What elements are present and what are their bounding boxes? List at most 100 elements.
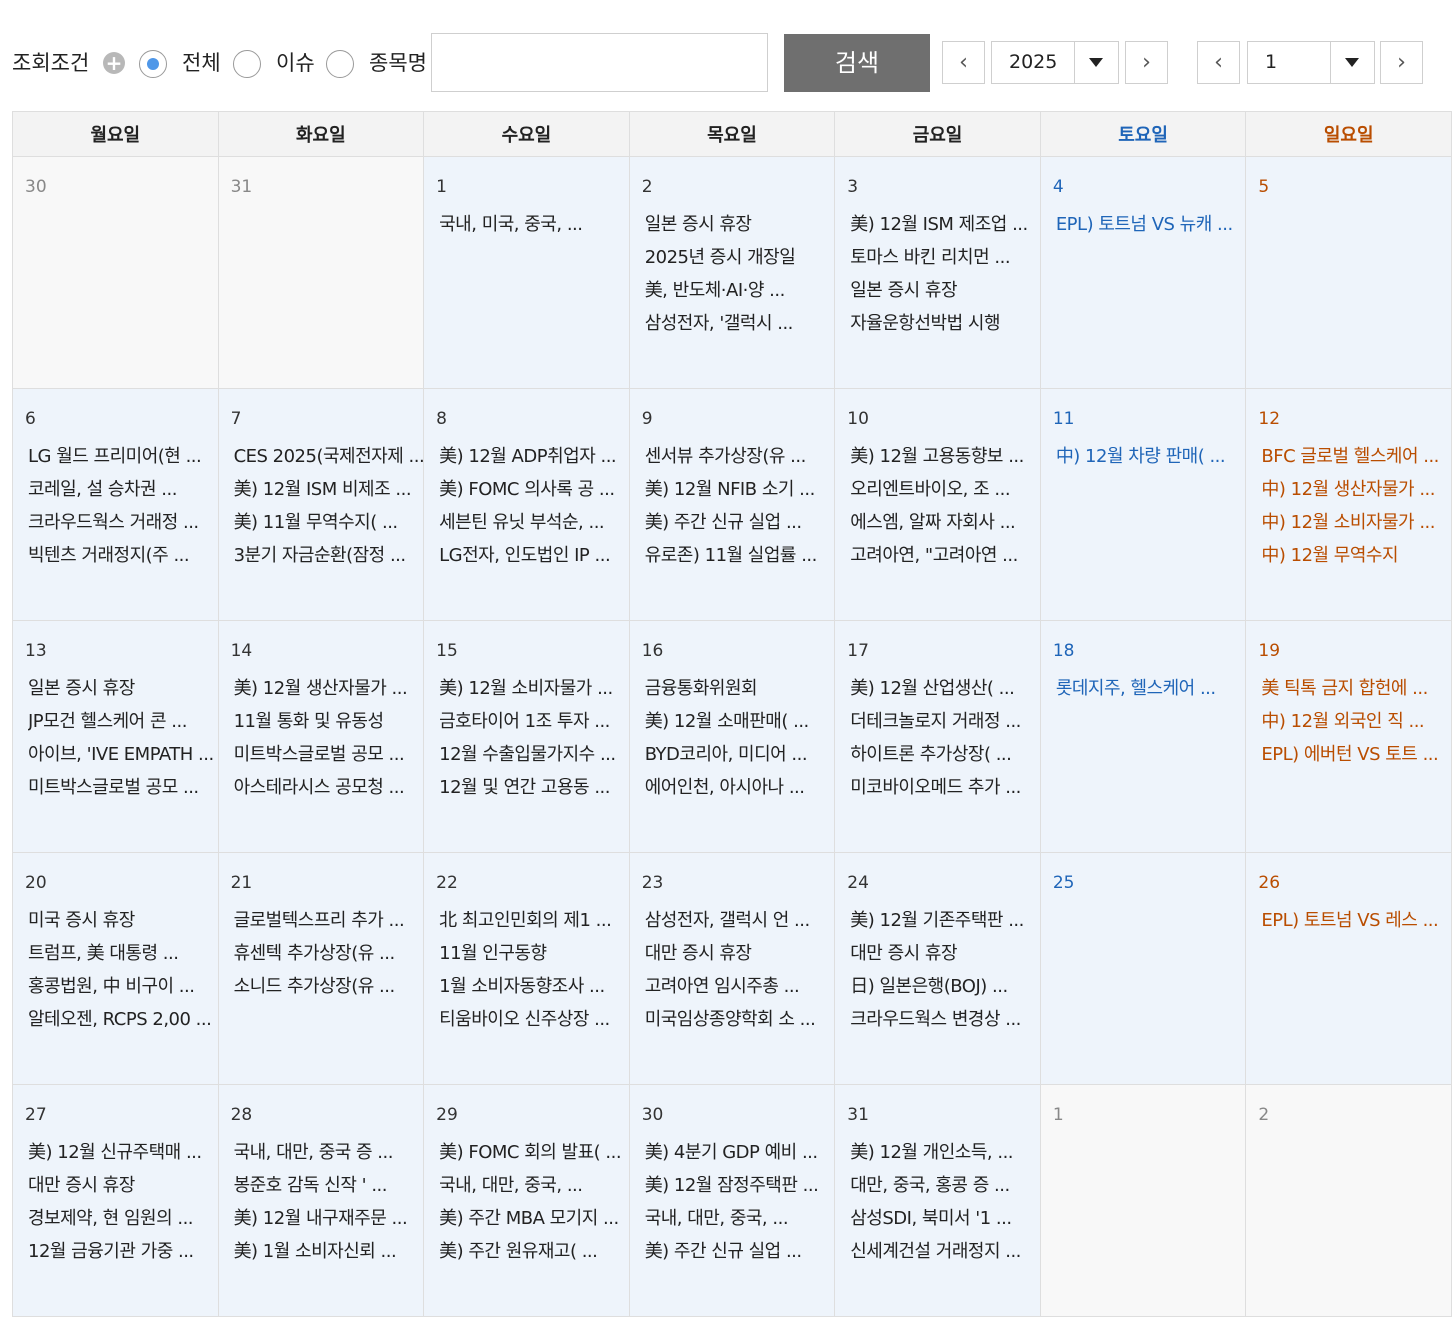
- day-number[interactable]: 31: [231, 177, 424, 197]
- day-number[interactable]: 16: [642, 641, 835, 661]
- calendar-day-cell[interactable]: 10 美) 12월 고용동향보 ... 오리엔트바이오, 조 ... 에스엠, 알짜 …: [834, 388, 1041, 621]
- day-number[interactable]: 3: [847, 177, 1040, 197]
- event-link[interactable]: 미트박스글로벌 공모 ...: [234, 738, 424, 771]
- event-link[interactable]: 휴센텍 추가상장(유 ...: [234, 937, 424, 970]
- event-link[interactable]: EPL) 에버턴 VS 토트 ...: [1261, 738, 1451, 771]
- event-link[interactable]: 미트박스글로벌 공모 ...: [28, 771, 218, 804]
- event-link[interactable]: 美) 4분기 GDP 예비 ...: [645, 1136, 835, 1169]
- event-link[interactable]: 티움바이오 신주상장 ...: [439, 1003, 629, 1036]
- day-number[interactable]: 22: [436, 873, 629, 893]
- day-number[interactable]: 31: [847, 1105, 1040, 1125]
- event-link[interactable]: 11월 통화 및 유동성: [234, 705, 424, 738]
- day-number[interactable]: 14: [231, 641, 424, 661]
- calendar-day-cell[interactable]: 29 美) FOMC 회의 발표( ... 국내, 대만, 중국, ... 美) 주간…: [423, 1084, 630, 1317]
- event-link[interactable]: 12월 및 연간 고용동 ...: [439, 771, 629, 804]
- calendar-day-cell[interactable]: 28 국내, 대만, 중국 증 ... 봉준호 감독 신작 ' ... 美) 12월 …: [217, 1084, 425, 1317]
- event-link[interactable]: 美) 1월 소비자신뢰 ...: [234, 1235, 424, 1268]
- event-link[interactable]: 美) 12월 기존주택판 ...: [850, 904, 1040, 937]
- event-link[interactable]: 美) 주간 신규 실업 ...: [645, 506, 835, 539]
- day-number[interactable]: 13: [25, 641, 218, 661]
- event-link[interactable]: 美) 주간 MBA 모기지 ...: [439, 1202, 629, 1235]
- event-link[interactable]: 에어인천, 아시아나 ...: [645, 771, 835, 804]
- event-link[interactable]: 삼성SDI, 북미서 '1 ...: [850, 1202, 1040, 1235]
- day-number[interactable]: 2: [642, 177, 835, 197]
- event-link[interactable]: 유로존) 11월 실업률 ...: [645, 539, 835, 572]
- chevron-down-icon[interactable]: [1074, 42, 1118, 83]
- event-link[interactable]: 美, 반도체·AI·양 ...: [645, 274, 835, 307]
- event-link[interactable]: 하이트론 추가상장( ...: [850, 738, 1040, 771]
- event-link[interactable]: LG전자, 인도법인 IP ...: [439, 539, 629, 572]
- event-link[interactable]: 아이브, 'IVE EMPATH ...: [28, 738, 218, 771]
- calendar-day-cell[interactable]: 18 롯데지주, 헬스케어 ...: [1039, 620, 1247, 853]
- event-link[interactable]: 中) 12월 차량 판매( ...: [1056, 440, 1246, 473]
- event-link[interactable]: 크라우드웍스 거래정 ...: [28, 506, 218, 539]
- radio-all[interactable]: [139, 50, 167, 78]
- event-link[interactable]: 에스엠, 알짜 자회사 ...: [850, 506, 1040, 539]
- calendar-day-cell[interactable]: 15 美) 12월 소비자물가 ... 금호타이어 1조 투자 ... 12월 수출입…: [423, 620, 630, 853]
- event-link[interactable]: 2025년 증시 개장일: [645, 241, 835, 274]
- day-number[interactable]: 25: [1053, 873, 1246, 893]
- day-number[interactable]: 1: [1053, 1105, 1246, 1125]
- event-link[interactable]: 소니드 추가상장(유 ...: [234, 970, 424, 1003]
- calendar-day-cell[interactable]: 26 EPL) 토트넘 VS 레스 ...: [1245, 852, 1452, 1085]
- calendar-day-cell[interactable]: 7 CES 2025(국제전자제 ... 美) 12월 ISM 비제조 ... 美) …: [217, 388, 425, 621]
- calendar-day-cell[interactable]: 31: [217, 156, 425, 389]
- event-link[interactable]: 대만, 중국, 홍콩 증 ...: [850, 1169, 1040, 1202]
- event-link[interactable]: BFC 글로벌 헬스케어 ...: [1261, 440, 1451, 473]
- month-select[interactable]: 1: [1247, 41, 1375, 84]
- event-link[interactable]: 北 최고인민회의 제1 ...: [439, 904, 629, 937]
- radio-stock-name[interactable]: [326, 50, 354, 78]
- event-link[interactable]: 일본 증시 휴장: [850, 274, 1040, 307]
- event-link[interactable]: 크라우드웍스 변경상 ...: [850, 1003, 1040, 1036]
- calendar-day-cell[interactable]: 2: [1245, 1084, 1452, 1317]
- event-link[interactable]: CES 2025(국제전자제 ...: [234, 440, 424, 473]
- event-link[interactable]: 美) 12월 소매판매( ...: [645, 705, 835, 738]
- event-link[interactable]: 고려아연 임시주총 ...: [645, 970, 835, 1003]
- day-number[interactable]: 30: [642, 1105, 835, 1125]
- calendar-day-cell[interactable]: 30 美) 4분기 GDP 예비 ... 美) 12월 잠정주택판 ... 국내, 대…: [628, 1084, 836, 1317]
- search-input[interactable]: [431, 33, 768, 92]
- event-link[interactable]: 신세계건설 거래정지 ...: [850, 1235, 1040, 1268]
- event-link[interactable]: 1월 소비자동향조사 ...: [439, 970, 629, 1003]
- event-link[interactable]: 일본 증시 휴장: [645, 208, 835, 241]
- day-number[interactable]: 2: [1258, 1105, 1451, 1125]
- event-link[interactable]: LG 월드 프리미어(현 ...: [28, 440, 218, 473]
- calendar-day-cell[interactable]: 31 美) 12월 개인소득, ... 대만, 중국, 홍콩 증 ... 삼성SDI,…: [834, 1084, 1041, 1317]
- day-number[interactable]: 30: [25, 177, 218, 197]
- event-link[interactable]: 봉준호 감독 신작 ' ...: [234, 1169, 424, 1202]
- event-link[interactable]: 미코바이오메드 추가 ...: [850, 771, 1040, 804]
- event-link[interactable]: 국내, 미국, 중국, ...: [439, 208, 629, 241]
- month-next-button[interactable]: ›: [1380, 41, 1423, 84]
- event-link[interactable]: 中) 12월 소비자물가 ...: [1261, 506, 1451, 539]
- day-number[interactable]: 9: [642, 409, 835, 429]
- event-link[interactable]: 美) 12월 ISM 제조업 ...: [850, 208, 1040, 241]
- day-number[interactable]: 20: [25, 873, 218, 893]
- event-link[interactable]: 美) 12월 ISM 비제조 ...: [234, 473, 424, 506]
- event-link[interactable]: 삼성전자, '갤럭시 ...: [645, 307, 835, 340]
- event-link[interactable]: 11월 인구동향: [439, 937, 629, 970]
- event-link[interactable]: 日) 일본은행(BOJ) ...: [850, 970, 1040, 1003]
- event-link[interactable]: 국내, 대만, 중국 증 ...: [234, 1136, 424, 1169]
- calendar-day-cell[interactable]: 11 中) 12월 차량 판매( ...: [1039, 388, 1247, 621]
- event-link[interactable]: 세븐틴 유닛 부석순, ...: [439, 506, 629, 539]
- calendar-day-cell[interactable]: 4 EPL) 토트넘 VS 뉴캐 ...: [1039, 156, 1247, 389]
- event-link[interactable]: 빅텐츠 거래정지(주 ...: [28, 539, 218, 572]
- event-link[interactable]: 美) FOMC 의사록 공 ...: [439, 473, 629, 506]
- event-link[interactable]: BYD코리아, 미디어 ...: [645, 738, 835, 771]
- event-link[interactable]: 삼성전자, 갤럭시 언 ...: [645, 904, 835, 937]
- calendar-day-cell[interactable]: 17 美) 12월 산업생산( ... 더테크놀로지 거래정 ... 하이트론 추가상…: [834, 620, 1041, 853]
- event-link[interactable]: 美) 12월 ADP취업자 ...: [439, 440, 629, 473]
- event-link[interactable]: 코레일, 설 승차권 ...: [28, 473, 218, 506]
- event-link[interactable]: 홍콩법원, 中 비구이 ...: [28, 970, 218, 1003]
- day-number[interactable]: 7: [231, 409, 424, 429]
- day-number[interactable]: 19: [1258, 641, 1451, 661]
- event-link[interactable]: 美) 12월 소비자물가 ...: [439, 672, 629, 705]
- event-link[interactable]: 美) 12월 내구재주문 ...: [234, 1202, 424, 1235]
- event-link[interactable]: 자율운항선박법 시행: [850, 307, 1040, 340]
- event-link[interactable]: 금호타이어 1조 투자 ...: [439, 705, 629, 738]
- radio-all-label[interactable]: 전체: [182, 51, 221, 75]
- calendar-day-cell[interactable]: 25: [1039, 852, 1247, 1085]
- radio-issue[interactable]: [233, 50, 261, 78]
- calendar-day-cell[interactable]: 16 금융통화위원회 美) 12월 소매판매( ... BYD코리아, 미디어 ...…: [628, 620, 836, 853]
- event-link[interactable]: 대만 증시 휴장: [850, 937, 1040, 970]
